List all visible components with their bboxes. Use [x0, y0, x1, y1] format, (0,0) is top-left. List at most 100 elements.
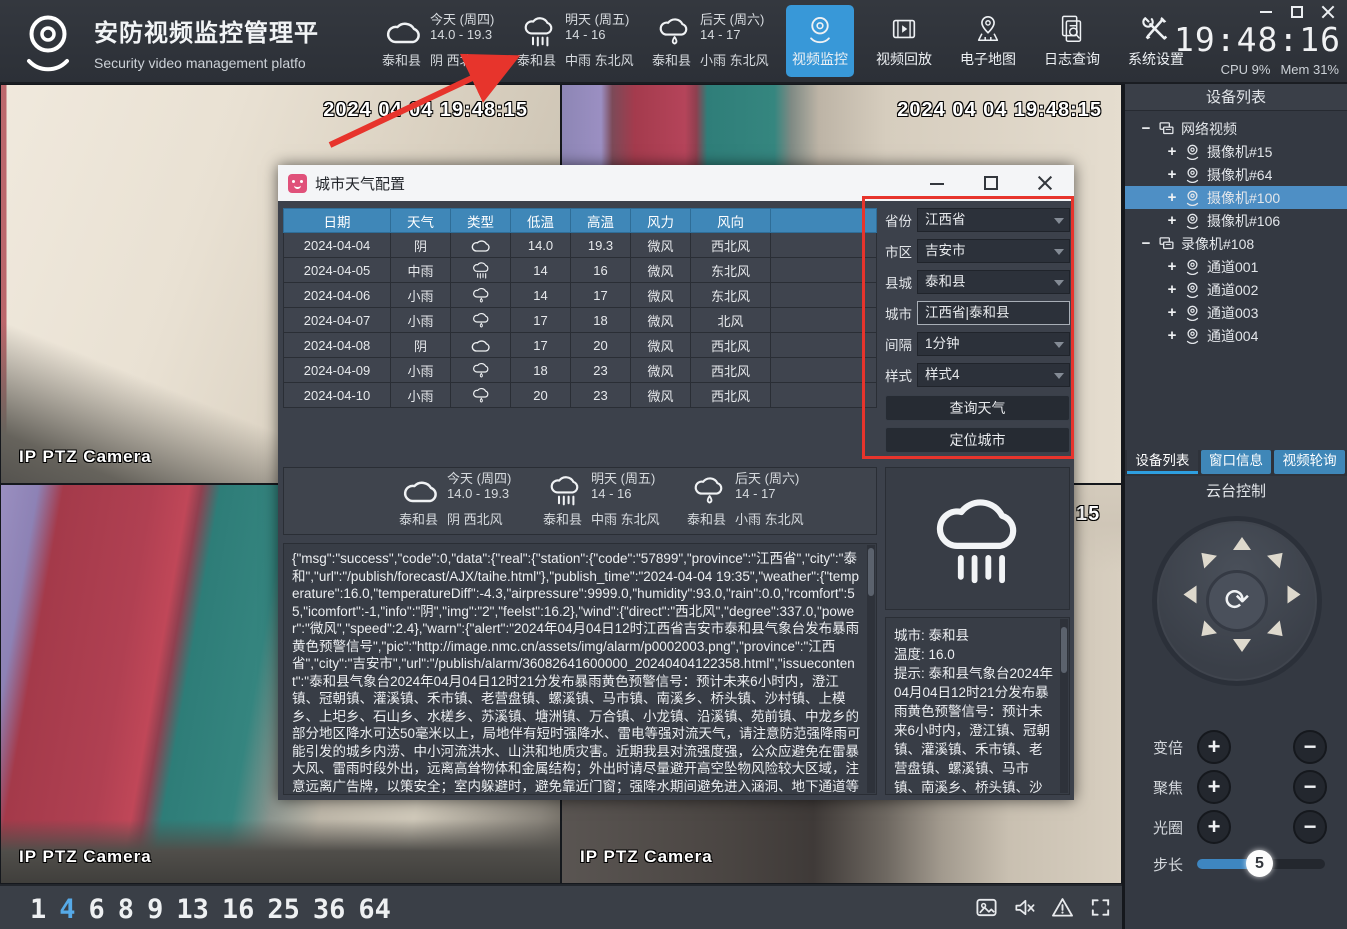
expand-icon[interactable]: + [1165, 166, 1179, 183]
weather-desc: 阴 西北风 [430, 45, 512, 67]
tab-video-polling[interactable]: 视频轮询 [1274, 450, 1345, 474]
weather-day: 后天 (周六) [735, 468, 817, 486]
weather-widget-today: 今天 (周四) 14.0 - 19.3 泰和县 阴 西北风 [382, 9, 512, 75]
ptz-down-left-arrow[interactable] [1195, 621, 1217, 643]
mute-icon[interactable] [1013, 896, 1036, 919]
camera-icon [1184, 258, 1201, 275]
dialog-maximize-icon[interactable] [984, 176, 998, 190]
nav-log-query[interactable]: 日志查询 [1038, 5, 1106, 77]
county-select[interactable]: 泰和县 [917, 270, 1070, 294]
tree-item-channel-003[interactable]: + 通道003 [1125, 301, 1347, 324]
expand-icon[interactable]: + [1165, 258, 1179, 275]
tree-item-camera-15[interactable]: + 摄像机#15 [1125, 140, 1347, 163]
snapshot-icon[interactable] [975, 896, 998, 919]
layout-36[interactable]: 36 [313, 894, 346, 925]
layout-64[interactable]: 64 [358, 894, 391, 925]
scrollbar-thumb[interactable] [1061, 627, 1067, 673]
cell-high: 20 [571, 333, 631, 358]
video-timestamp-partial: 15 [1076, 503, 1100, 526]
tree-group-recorder-108[interactable]: − 录像机#108 [1125, 232, 1347, 255]
tree-item-channel-001[interactable]: + 通道001 [1125, 255, 1347, 278]
cell-low: 17 [511, 333, 571, 358]
style-select[interactable]: 样式4 [917, 363, 1070, 387]
collapse-icon[interactable]: − [1139, 120, 1153, 137]
nav-video-monitor[interactable]: 视频监控 [786, 5, 854, 77]
collapse-icon[interactable]: − [1139, 235, 1153, 252]
layout-6[interactable]: 6 [89, 894, 105, 925]
expand-icon[interactable]: + [1165, 189, 1179, 206]
layout-25[interactable]: 25 [267, 894, 300, 925]
api-response-json[interactable]: {"msg":"success","code":0,"data":{"real"… [283, 543, 877, 795]
table-row[interactable]: 2024-04-10 小雨 20 23 微风 西北风 [283, 383, 877, 408]
ptz-left-arrow[interactable] [1184, 586, 1197, 604]
tree-item-camera-106[interactable]: + 摄像机#106 [1125, 209, 1347, 232]
layout-4-active[interactable]: 4 [59, 894, 75, 925]
table-row[interactable]: 2024-04-05 中雨 14 16 微风 东北风 [283, 258, 877, 283]
city-input[interactable]: 江西省|泰和县 [917, 301, 1070, 325]
tree-group-network-video[interactable]: − 网络视频 [1125, 117, 1347, 140]
fullscreen-icon[interactable] [1089, 896, 1112, 919]
ptz-up-right-arrow[interactable] [1267, 547, 1289, 569]
layout-9[interactable]: 9 [147, 894, 163, 925]
maximize-icon[interactable] [1290, 5, 1304, 19]
tree-item-channel-004[interactable]: + 通道004 [1125, 324, 1347, 347]
tree-item-channel-002[interactable]: + 通道002 [1125, 278, 1347, 301]
json-scrollbar[interactable] [867, 545, 875, 793]
dialog-titlebar[interactable]: 城市天气配置 [278, 165, 1074, 201]
table-row[interactable]: 2024-04-06 小雨 14 17 微风 东北风 [283, 283, 877, 308]
expand-icon[interactable]: + [1165, 212, 1179, 229]
query-weather-button[interactable]: 查询天气 [885, 395, 1070, 421]
expand-icon[interactable]: + [1165, 304, 1179, 321]
tree-item-camera-64[interactable]: + 摄像机#64 [1125, 163, 1347, 186]
tab-device-list[interactable]: 设备列表 [1127, 450, 1198, 474]
table-row[interactable]: 2024-04-07 小雨 17 18 微风 北风 [283, 308, 877, 333]
dialog-minimize-icon[interactable] [930, 176, 944, 190]
expand-icon[interactable]: + [1165, 143, 1179, 160]
alarm-warning-icon[interactable] [1051, 896, 1074, 919]
zoom-plus-button[interactable]: + [1197, 730, 1231, 764]
province-select[interactable]: 江西省 [917, 208, 1070, 232]
layout-13[interactable]: 13 [176, 894, 209, 925]
layout-bar: 1 4 6 8 9 13 16 25 36 64 [0, 884, 1122, 929]
nav-video-playback[interactable]: 视频回放 [870, 5, 938, 77]
nav-electronic-map[interactable]: 电子地图 [954, 5, 1022, 77]
table-row[interactable]: 2024-04-08 阴 17 20 微风 西北风 [283, 333, 877, 358]
locate-city-button[interactable]: 定位城市 [885, 427, 1070, 453]
expand-icon[interactable]: + [1165, 327, 1179, 344]
ptz-auto-scan-button[interactable]: ⟳ [1206, 570, 1268, 632]
table-row[interactable]: 2024-04-04 阴 14.0 19.3 微风 西北风 [283, 233, 877, 258]
weather-day: 今天 (周四) [430, 9, 512, 27]
step-slider[interactable]: 5 [1197, 859, 1325, 869]
ptz-down-arrow[interactable] [1233, 639, 1251, 652]
focus-minus-button[interactable]: − [1293, 770, 1327, 804]
dialog-close-icon[interactable] [1038, 176, 1052, 190]
minimize-icon[interactable] [1259, 5, 1273, 19]
ptz-up-arrow[interactable] [1233, 537, 1251, 550]
layout-8[interactable]: 8 [118, 894, 134, 925]
tree-item-camera-100-selected[interactable]: + 摄像机#100 [1125, 186, 1347, 209]
layout-16[interactable]: 16 [222, 894, 255, 925]
step-slider-thumb[interactable]: 5 [1246, 850, 1273, 877]
iris-plus-button[interactable]: + [1197, 810, 1231, 844]
weather-desc: 阴 西北风 [447, 504, 529, 526]
weather-info-panel[interactable]: 城市: 泰和县 温度: 16.0 提示: 泰和县气象台2024年04月04日12… [885, 617, 1070, 795]
tree-label: 摄像机#100 [1207, 188, 1280, 208]
layout-1[interactable]: 1 [30, 894, 46, 925]
col-header-wind-power: 风力 [631, 208, 691, 233]
interval-select[interactable]: 1分钟 [917, 332, 1070, 356]
table-row[interactable]: 2024-04-09 小雨 18 23 微风 西北风 [283, 358, 877, 383]
ptz-up-left-arrow[interactable] [1195, 547, 1217, 569]
info-city: 城市: 泰和县 [894, 626, 1055, 645]
right-sidebar: 设备列表 − 网络视频 + 摄像机#15 + 摄像机#64 + 摄像机#100 [1122, 84, 1347, 929]
tab-window-info[interactable]: 窗口信息 [1201, 450, 1272, 474]
zoom-minus-button[interactable]: − [1293, 730, 1327, 764]
district-select[interactable]: 吉安市 [917, 239, 1070, 263]
iris-minus-button[interactable]: − [1293, 810, 1327, 844]
ptz-right-arrow[interactable] [1288, 586, 1301, 604]
expand-icon[interactable]: + [1165, 281, 1179, 298]
ptz-down-right-arrow[interactable] [1267, 621, 1289, 643]
info-scrollbar[interactable] [1060, 619, 1068, 793]
close-icon[interactable] [1321, 5, 1335, 19]
focus-plus-button[interactable]: + [1197, 770, 1231, 804]
scrollbar-thumb[interactable] [868, 548, 874, 596]
